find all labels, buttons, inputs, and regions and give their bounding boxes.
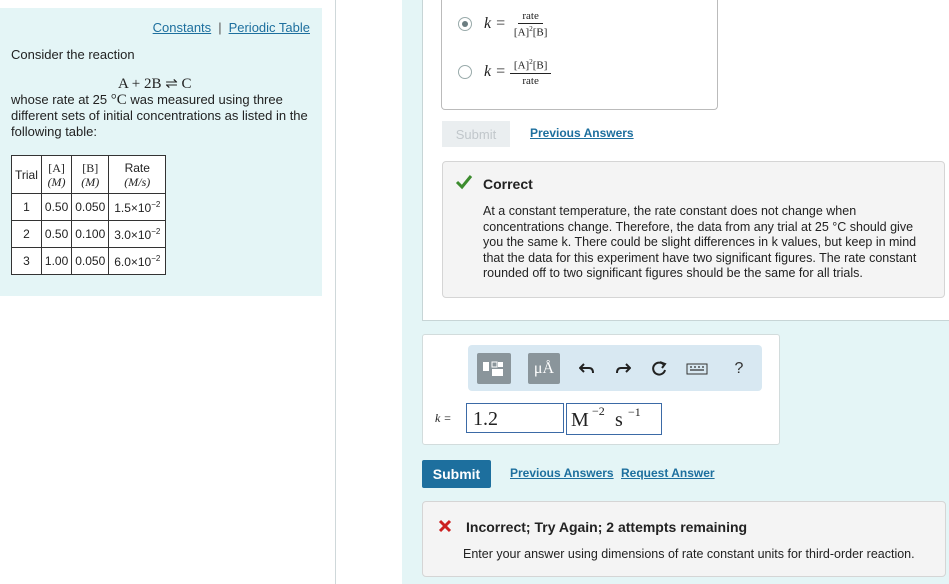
- feedback-incorrect: Incorrect; Try Again; 2 attempts remaini…: [422, 501, 946, 577]
- header-a-label: [A]: [48, 160, 65, 175]
- num-a: [A]: [513, 59, 530, 72]
- undo-button[interactable]: [572, 355, 602, 383]
- cell-a: 0.50: [40, 220, 73, 248]
- k-input-label: k =: [435, 411, 451, 426]
- table-header-row: Trial [A] (M) [B] (M) Rate (M/s): [11, 155, 167, 194]
- problem-description: whose rate at 25 °C was measured using t…: [11, 92, 311, 140]
- submit-button-disabled[interactable]: Submit: [442, 121, 510, 147]
- unit-s: s: [615, 409, 623, 431]
- rate-exponent: −2: [151, 199, 161, 209]
- problem-intro: Consider the reaction: [11, 47, 135, 62]
- cell-a: 1.00: [40, 247, 73, 275]
- units-button[interactable]: μÅ: [528, 353, 560, 384]
- redo-icon: [616, 363, 631, 374]
- radio-option-1[interactable]: [458, 17, 472, 32]
- desc-prefix: whose rate at 25: [11, 92, 111, 107]
- reset-button[interactable]: [644, 355, 674, 383]
- header-rate-unit: (M/s): [124, 174, 151, 189]
- feedback-correct-message: At a constant temperature, the rate cons…: [483, 204, 917, 281]
- link-separator: |: [218, 20, 222, 35]
- table-row: 2 0.50 0.100 3.0×10−2: [11, 220, 167, 248]
- radio-option-2[interactable]: [458, 65, 472, 80]
- choice-option-1[interactable]: k = rate [A]2[B]: [458, 10, 551, 39]
- k-equals: k =: [484, 15, 506, 33]
- rate-mantissa: 1.5×10: [114, 200, 152, 215]
- feedback-incorrect-title: Incorrect; Try Again; 2 attempts remaini…: [466, 519, 748, 535]
- unit-m-exponent: −2: [592, 404, 605, 418]
- previous-answers-link-2[interactable]: Previous Answers: [510, 466, 614, 480]
- cell-b: 0.050: [71, 193, 110, 221]
- k-label-text: k =: [435, 411, 452, 425]
- redo-button[interactable]: [608, 355, 638, 383]
- panel-divider: [335, 0, 336, 584]
- header-rate-label: Rate: [124, 160, 150, 175]
- header-a-unit: (M): [47, 174, 66, 189]
- cell-trial: 1: [11, 193, 42, 221]
- previous-answers-link[interactable]: Previous Answers: [530, 126, 634, 140]
- option-1-fraction: rate [A]2[B]: [510, 10, 551, 39]
- option-1-numerator: rate: [518, 10, 543, 24]
- reference-links: Constants | Periodic Table: [153, 20, 310, 35]
- cell-b: 0.100: [71, 220, 110, 248]
- keyboard-button[interactable]: [682, 355, 712, 383]
- reset-icon: [652, 361, 667, 376]
- header-b-label: [B]: [82, 160, 99, 175]
- header-rate: Rate (M/s): [108, 155, 167, 194]
- option-2-denominator: rate: [522, 74, 539, 87]
- unit-s-exponent: −1: [628, 405, 641, 419]
- cell-trial: 3: [11, 247, 42, 275]
- cell-rate: 6.0×10−2: [108, 247, 167, 275]
- multiple-choice-box: k = rate [A]2[B] k = [A]2[B] rate: [441, 0, 718, 110]
- problem-panel: Constants | Periodic Table Consider the re…: [0, 8, 322, 296]
- cell-rate: 1.5×10−2: [108, 193, 167, 221]
- header-b-unit: (M): [81, 174, 100, 189]
- constants-link[interactable]: Constants: [153, 20, 212, 35]
- cell-rate: 3.0×10−2: [108, 220, 167, 248]
- den-b: [B]: [532, 26, 548, 39]
- cell-b: 0.050: [71, 247, 110, 275]
- den-a: [A]: [513, 26, 530, 39]
- request-answer-link[interactable]: Request Answer: [621, 466, 715, 480]
- header-trial: Trial: [11, 155, 42, 194]
- cell-a: 0.50: [40, 193, 73, 221]
- feedback-correct-title: Correct: [483, 176, 533, 192]
- keyboard-icon: [686, 363, 708, 375]
- math-toolbar: μÅ ?: [468, 345, 762, 391]
- reaction-equation: A + 2B ⇌ C: [118, 76, 192, 92]
- undo-icon: [579, 363, 594, 374]
- option-2-expression: k = [A]2[B] rate: [484, 58, 552, 87]
- rate-mantissa: 3.0×10: [114, 227, 152, 242]
- table-row: 3 1.00 0.050 6.0×10−2: [11, 247, 167, 275]
- k-equals: k =: [484, 63, 506, 81]
- templates-icon: [483, 361, 503, 376]
- rate-exponent: −2: [151, 226, 161, 236]
- units-input[interactable]: M −2 s −1: [566, 403, 662, 435]
- templates-button[interactable]: [477, 353, 511, 384]
- feedback-correct: Correct At a constant temperature, the r…: [442, 161, 945, 298]
- k-value-input[interactable]: 1.2: [466, 403, 564, 433]
- periodic-table-link[interactable]: Periodic Table: [229, 20, 310, 35]
- num-b: [B]: [532, 59, 548, 72]
- choice-option-2[interactable]: k = [A]2[B] rate: [458, 58, 552, 87]
- concentration-table: Trial [A] (M) [B] (M) Rate (M/s) 1 0.50 0.0…: [11, 155, 167, 275]
- option-1-expression: k = rate [A]2[B]: [484, 10, 551, 39]
- option-1-denominator: [A]2[B]: [510, 24, 551, 39]
- feedback-incorrect-message: Enter your answer using dimensions of ra…: [463, 547, 915, 561]
- x-mark-icon: [438, 519, 452, 533]
- submit-button[interactable]: Submit: [422, 460, 491, 488]
- option-2-numerator: [A]2[B]: [509, 58, 552, 74]
- checkmark-icon: [455, 175, 473, 190]
- table-row: 1 0.50 0.050 1.5×10−2: [11, 193, 167, 221]
- header-a: [A] (M): [40, 155, 73, 194]
- temperature-unit: °C: [110, 92, 127, 108]
- cell-trial: 2: [11, 220, 42, 248]
- header-b: [B] (M): [71, 155, 110, 194]
- option-2-fraction: [A]2[B] rate: [509, 58, 552, 87]
- rate-exponent: −2: [151, 253, 161, 263]
- help-button[interactable]: ?: [724, 355, 754, 383]
- rate-mantissa: 6.0×10: [114, 254, 152, 269]
- unit-m: M: [571, 409, 589, 431]
